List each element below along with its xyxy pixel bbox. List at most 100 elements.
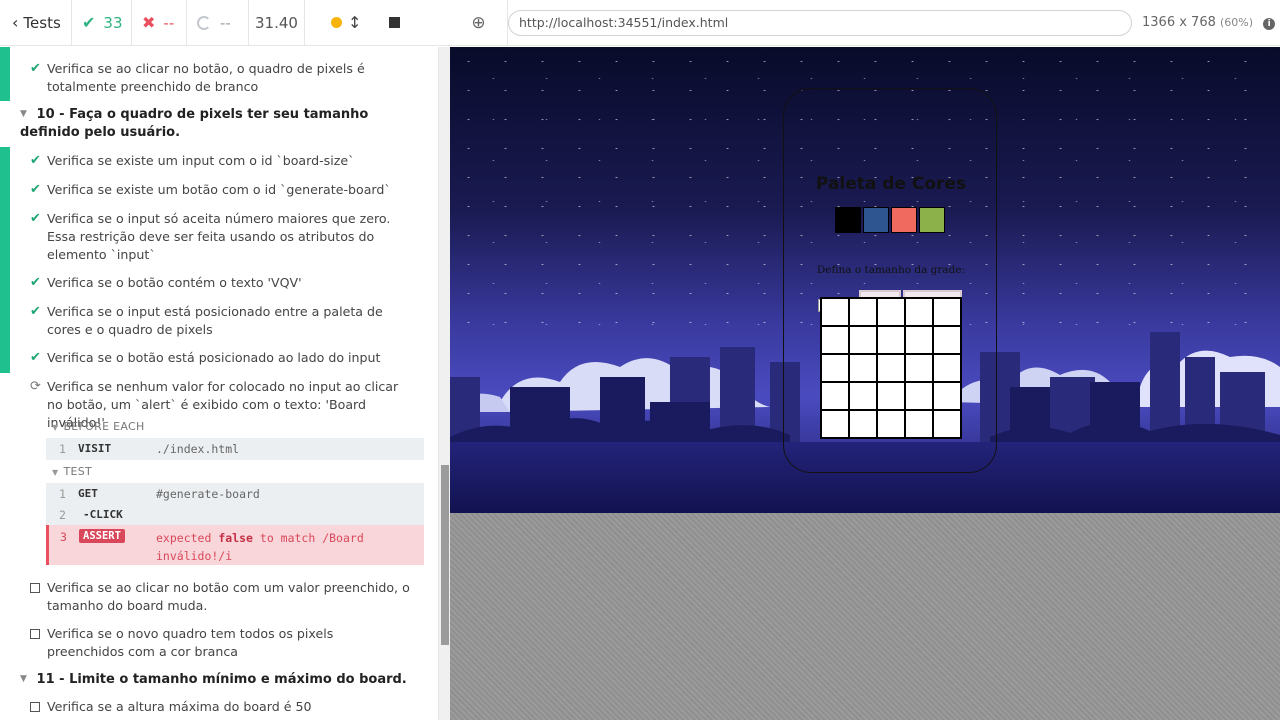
suite-10[interactable]: ▼ 10 - Faça o quadro de pixels ter seu t…: [20, 105, 420, 142]
passed-bar: [0, 147, 10, 373]
pixel-cell[interactable]: [934, 383, 960, 409]
passed-bar: [0, 47, 10, 101]
test-item-pending[interactable]: Verifica se a altura máxima do board é 5…: [30, 698, 410, 716]
command-list: 1 VISIT ./index.html: [46, 438, 424, 460]
pending-box-icon: [30, 625, 44, 645]
command-row[interactable]: 1 VISIT ./index.html: [46, 438, 424, 460]
info-icon[interactable]: i: [1263, 18, 1276, 30]
assert-msg-post: to match /Board: [259, 531, 364, 545]
test-item-pending[interactable]: Verifica se ao clicar no botão com um va…: [30, 579, 410, 615]
pixel-cell[interactable]: [822, 355, 848, 381]
running-indicator-icon: [331, 17, 342, 28]
test-title: Verifica se ao clicar no botão com um va…: [47, 580, 410, 613]
pixel-cell[interactable]: [934, 411, 960, 437]
pixel-cell[interactable]: [934, 355, 960, 381]
pixel-cell[interactable]: [850, 383, 876, 409]
test-item[interactable]: ✔ Verifica se ao clicar no botão, o quad…: [30, 60, 410, 96]
suite-11[interactable]: ▼ 11 - Limite o tamanho mínimo e máximo …: [20, 670, 420, 689]
reporter-panel: ✔ Verifica se ao clicar no botão, o quad…: [0, 47, 438, 720]
viewport-info[interactable]: 1366 x 768 (60%) i: [1142, 15, 1276, 30]
test-title: Verifica se o input só aceita número mai…: [47, 211, 391, 262]
caret-down-icon: ▼: [20, 109, 27, 119]
pixel-cell[interactable]: [934, 299, 960, 325]
test-item[interactable]: ✔ Verifica se o botão contém o texto 'VQ…: [30, 274, 410, 292]
spinner-icon: [197, 15, 211, 30]
aut-header: ⊕ http://localhost:34551/index.html 1366…: [450, 0, 1280, 46]
check-icon: ✔: [30, 304, 41, 319]
command-message: ./index.html: [156, 442, 240, 456]
command-row[interactable]: 2 -CLICK: [46, 504, 424, 526]
pixel-cell[interactable]: [906, 299, 932, 325]
pixel-cell[interactable]: [906, 383, 932, 409]
pixel-cell[interactable]: [906, 327, 932, 353]
test-item[interactable]: ✔ Verifica se existe um botão com o id `…: [30, 181, 410, 199]
check-icon: ✔: [30, 275, 41, 290]
pixel-cell[interactable]: [850, 411, 876, 437]
reporter-scrollbar[interactable]: [438, 47, 450, 720]
command-number: 1: [59, 487, 66, 501]
cross-icon: ✖: [142, 13, 156, 32]
pixel-cell[interactable]: [850, 299, 876, 325]
command-row[interactable]: 1 GET #generate-board: [46, 483, 424, 505]
test-title: Verifica se ao clicar no botão, o quadro…: [47, 61, 365, 94]
test-title: Verifica se existe um input com o id `bo…: [47, 153, 355, 168]
pixel-cell[interactable]: [850, 327, 876, 353]
pixel-cell[interactable]: [934, 327, 960, 353]
palette-color-swatch[interactable]: [919, 207, 945, 233]
pixel-cell[interactable]: [850, 355, 876, 381]
url-bar[interactable]: http://localhost:34551/index.html: [508, 9, 1132, 36]
test-hook[interactable]: ▼ TEST: [52, 465, 92, 478]
test-item[interactable]: ✔ Verifica se o botão está posicionado a…: [30, 349, 410, 367]
pixel-cell[interactable]: [878, 383, 904, 409]
pixel-cell[interactable]: [906, 411, 932, 437]
palette-color-swatch[interactable]: [835, 207, 861, 233]
auto-scroll-icon[interactable]: ↕: [348, 13, 361, 32]
selector-playground-icon[interactable]: ⊕: [450, 0, 508, 46]
suite-title: 10 - Faça o quadro de pixels ter seu tam…: [20, 107, 369, 140]
test-title: Verifica se o botão está posicionado ao …: [47, 350, 381, 365]
command-number: 2: [59, 508, 66, 522]
caret-down-icon: ▼: [20, 674, 27, 684]
run-controls: ↕: [305, 0, 450, 46]
pixel-cell[interactable]: [878, 411, 904, 437]
check-icon: ✔: [30, 153, 41, 168]
failed-count[interactable]: ✖ --: [132, 0, 187, 46]
color-palette: [835, 207, 945, 233]
pixel-cell[interactable]: [878, 355, 904, 381]
passed-count[interactable]: ✔ 33: [72, 0, 132, 46]
viewport-scale: (60%): [1220, 16, 1254, 29]
test-item[interactable]: ✔ Verifica se o input está posicionado e…: [30, 303, 410, 339]
test-item[interactable]: ✔ Verifica se existe um input com o id `…: [30, 152, 410, 170]
test-title: Verifica se o novo quadro tem todos os p…: [47, 626, 334, 659]
check-icon: ✔: [82, 13, 96, 32]
hook-title: BEFORE EACH: [63, 420, 145, 433]
pending-count[interactable]: --: [187, 0, 249, 46]
pending-box-icon: [30, 579, 44, 599]
stop-icon[interactable]: [389, 17, 401, 28]
tests-nav-button[interactable]: ‹ Tests: [0, 0, 72, 46]
app-iframe: Paleta de Cores Defina o tamanho da grad…: [450, 47, 1280, 513]
failed-command-row[interactable]: 3 ASSERT expected false to match /Board …: [46, 525, 424, 565]
pixel-cell[interactable]: [878, 299, 904, 325]
before-each-hook[interactable]: ▼ BEFORE EACH: [52, 420, 145, 433]
pending-box-icon: [30, 698, 44, 718]
pixel-cell[interactable]: [906, 355, 932, 381]
scrollbar-thumb[interactable]: [441, 465, 449, 645]
test-title: Verifica se a altura máxima do board é 5…: [47, 699, 312, 714]
assert-msg-line2: inválido!/i: [156, 549, 233, 563]
duration: 31.40: [249, 0, 305, 46]
refresh-icon: ⟳: [30, 379, 41, 394]
pixel-cell[interactable]: [822, 383, 848, 409]
assert-msg-pre: expected: [156, 531, 212, 545]
pixel-cell[interactable]: [822, 411, 848, 437]
test-item[interactable]: ✔ Verifica se o input só aceita número m…: [30, 210, 410, 264]
pixel-cell[interactable]: [822, 327, 848, 353]
palette-color-swatch[interactable]: [863, 207, 889, 233]
command-list: 1 GET #generate-board 2 -CLICK: [46, 483, 424, 525]
palette-color-swatch[interactable]: [891, 207, 917, 233]
palette-card: Paleta de Cores Defina o tamanho da grad…: [783, 88, 997, 473]
test-item-pending[interactable]: Verifica se o novo quadro tem todos os p…: [30, 625, 410, 661]
command-name: GET: [78, 487, 98, 500]
pixel-cell[interactable]: [822, 299, 848, 325]
pixel-cell[interactable]: [878, 327, 904, 353]
